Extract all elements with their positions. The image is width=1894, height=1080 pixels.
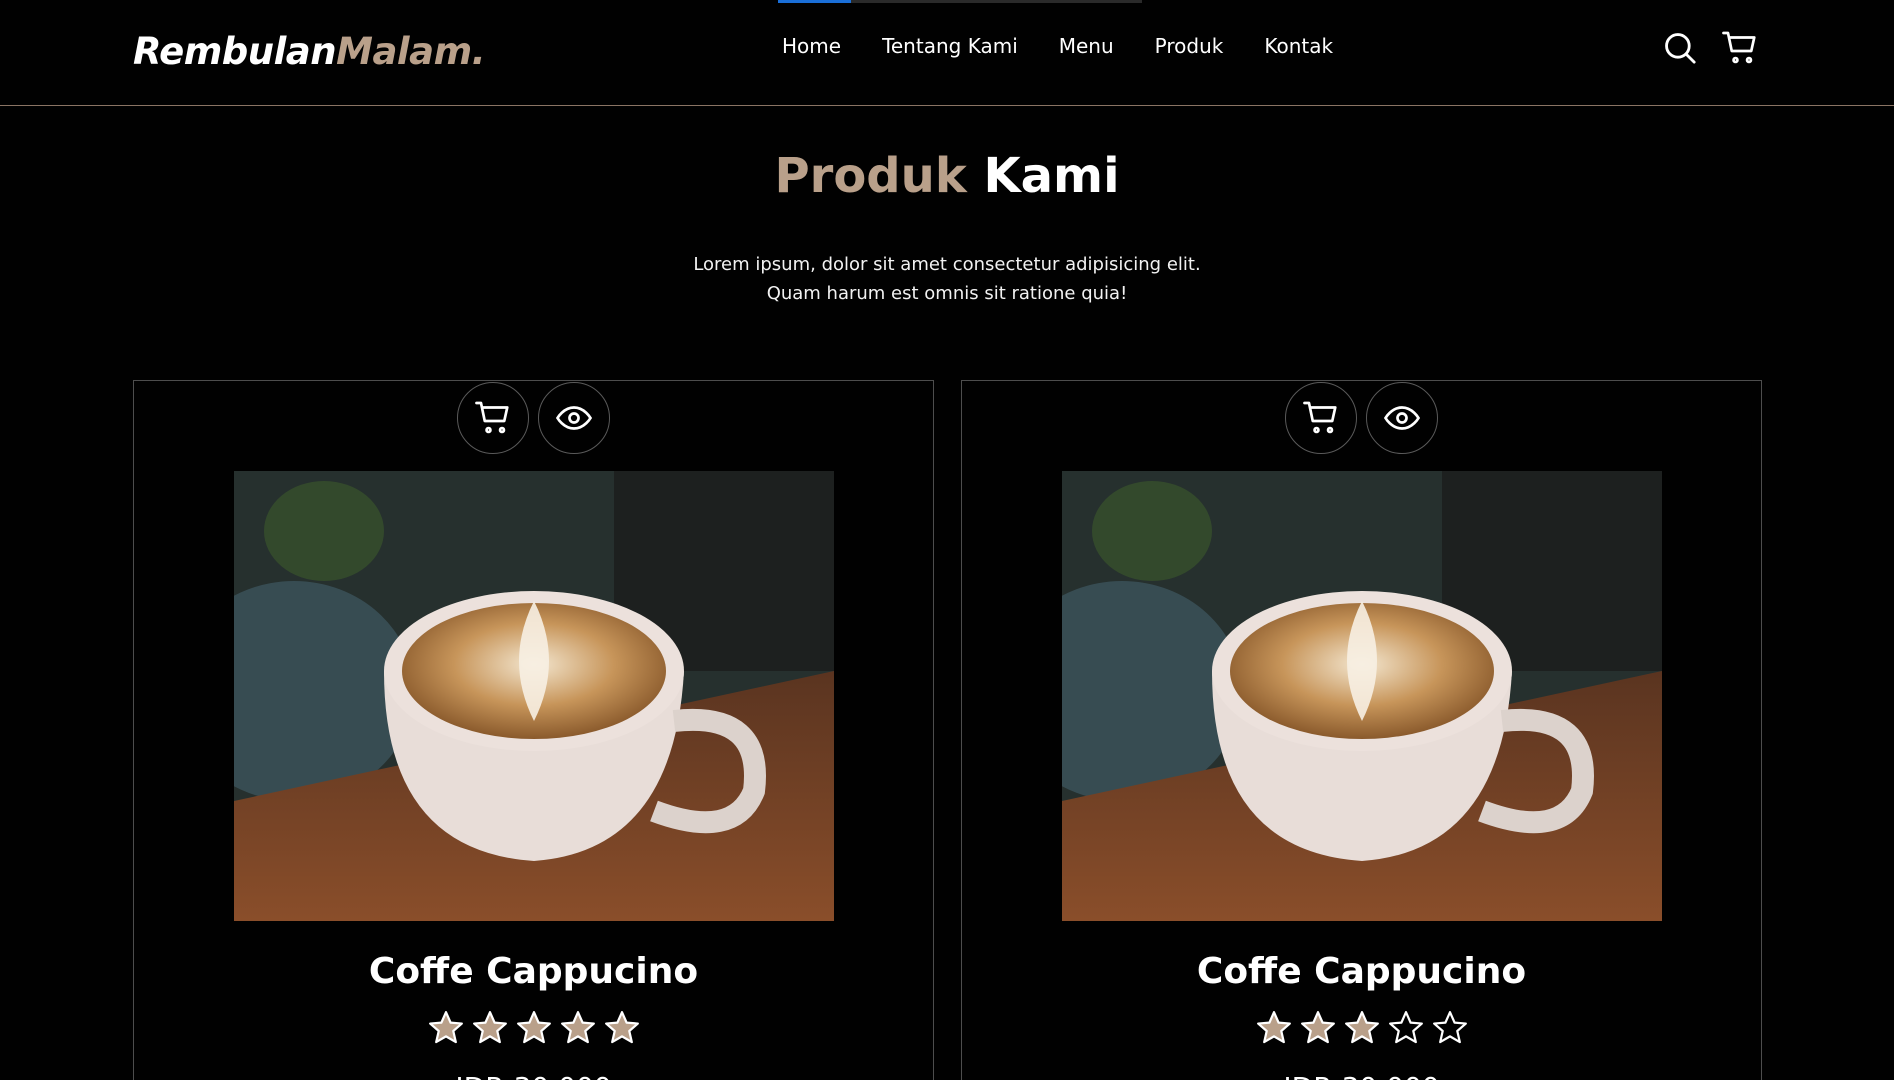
card-actions bbox=[134, 382, 933, 454]
star-filled-icon bbox=[560, 1011, 595, 1044]
star-filled-icon bbox=[472, 1011, 507, 1044]
star-filled-icon bbox=[1300, 1011, 1335, 1044]
product-name: Coffe Cappucino bbox=[1196, 951, 1527, 992]
nav-icons bbox=[1660, 28, 1760, 68]
section-desc-line1: Lorem ipsum, dolor sit amet consectetur … bbox=[693, 254, 1201, 275]
section-desc-line2: Quam harum est omnis sit ratione quia! bbox=[766, 283, 1128, 304]
nav-link-produk[interactable]: Produk bbox=[1155, 34, 1224, 58]
product-rating bbox=[134, 1009, 933, 1047]
product-price: IDR 30.000 bbox=[134, 1071, 933, 1080]
eye-icon bbox=[1384, 406, 1420, 430]
brand-logo[interactable]: RembulanMalam. bbox=[133, 30, 486, 73]
nav-link-home[interactable]: Home bbox=[782, 34, 841, 58]
add-to-cart-button[interactable] bbox=[457, 382, 529, 454]
cart-icon[interactable] bbox=[1720, 28, 1760, 68]
product-rating bbox=[962, 1009, 1761, 1047]
star-filled-icon bbox=[516, 1011, 551, 1044]
star-filled-icon bbox=[1344, 1011, 1379, 1044]
section-title-accent: Produk bbox=[774, 148, 967, 204]
section-description: Lorem ipsum, dolor sit amet consectetur … bbox=[647, 250, 1247, 308]
cart-icon bbox=[475, 401, 509, 434]
star-filled-icon bbox=[428, 1011, 463, 1044]
star-filled-icon bbox=[604, 1011, 639, 1044]
product-image bbox=[234, 471, 834, 921]
section-title-rest: Kami bbox=[983, 148, 1120, 204]
navbar: RembulanMalam. Home Tentang Kami Menu Pr… bbox=[0, 0, 1894, 106]
nav-link-menu[interactable]: Menu bbox=[1059, 34, 1114, 58]
product-name: Coffe Cappucino bbox=[368, 951, 699, 992]
star-empty-icon bbox=[1388, 1011, 1423, 1044]
star-filled-icon bbox=[1256, 1011, 1291, 1044]
nav-link-kontak[interactable]: Kontak bbox=[1264, 34, 1333, 58]
star-empty-icon bbox=[1432, 1011, 1467, 1044]
main-nav: Home Tentang Kami Menu Produk Kontak bbox=[782, 34, 1374, 58]
scroll-indicator-active bbox=[778, 0, 851, 3]
brand-name-primary: Rembulan bbox=[133, 30, 337, 73]
add-to-cart-button[interactable] bbox=[1285, 382, 1357, 454]
search-icon[interactable] bbox=[1660, 28, 1700, 68]
nav-link-tentang-kami[interactable]: Tentang Kami bbox=[882, 34, 1018, 58]
view-detail-button[interactable] bbox=[1366, 382, 1438, 454]
view-detail-button[interactable] bbox=[538, 382, 610, 454]
product-image bbox=[1062, 471, 1662, 921]
section-title: Produk Kami bbox=[0, 148, 1894, 204]
brand-name-accent: Malam. bbox=[336, 30, 486, 73]
scroll-indicator bbox=[778, 0, 1142, 3]
cart-icon bbox=[1303, 401, 1337, 434]
eye-icon bbox=[556, 406, 592, 430]
product-card: Coffe Cappucino IDR 30.000 bbox=[133, 380, 934, 1080]
product-card: Coffe Cappucino IDR 30.000 bbox=[961, 380, 1762, 1080]
product-price: IDR 30.000 bbox=[962, 1071, 1761, 1080]
card-actions bbox=[962, 382, 1761, 454]
